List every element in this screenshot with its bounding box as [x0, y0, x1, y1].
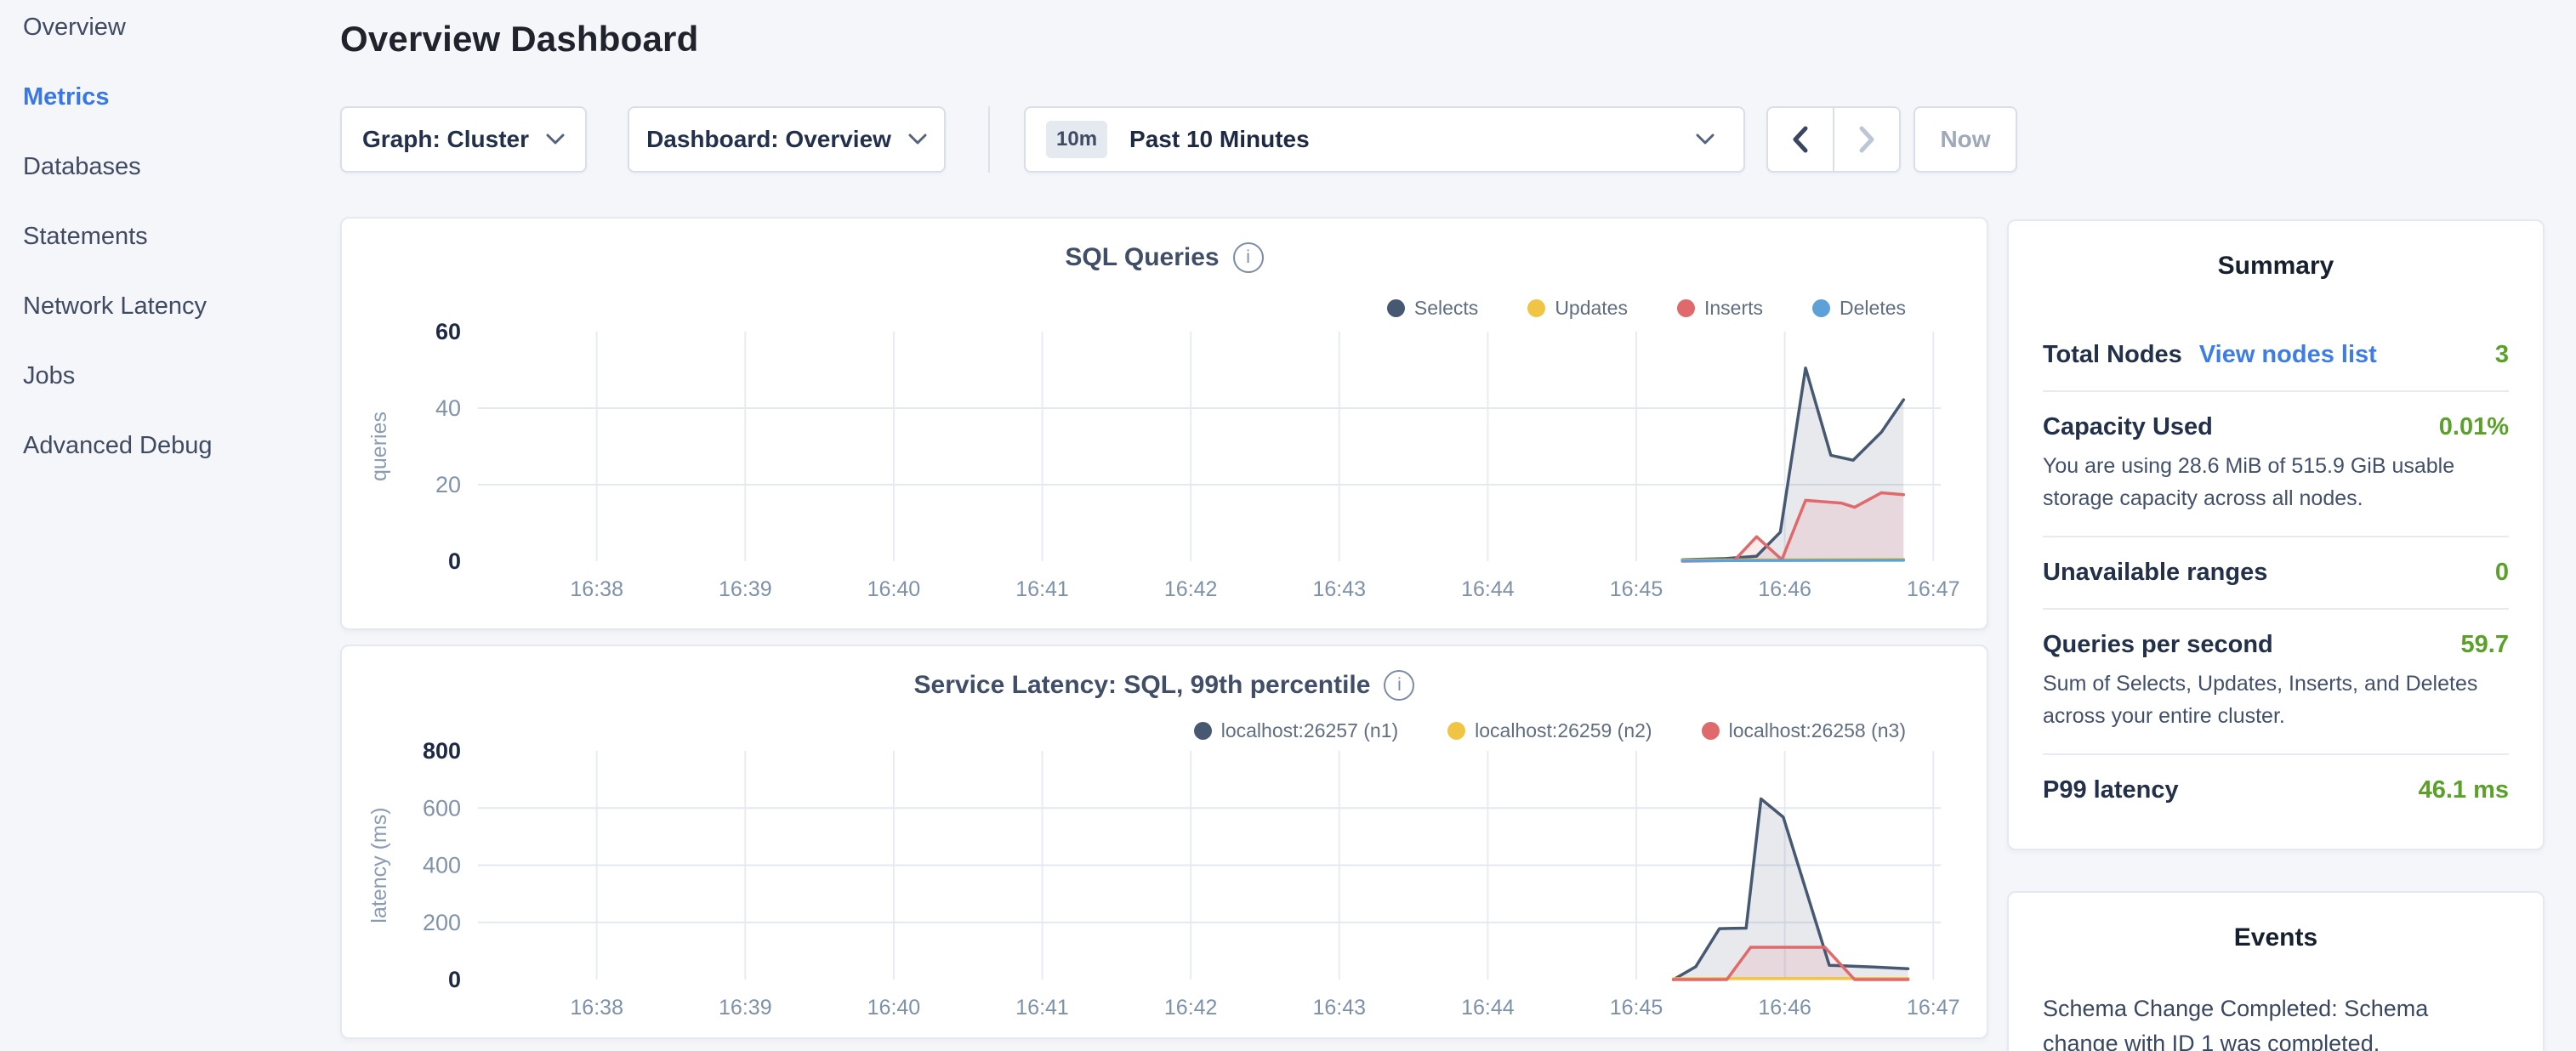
time-range-selector[interactable]: 10m Past 10 Minutes	[1024, 106, 1745, 173]
summary-value: 0.01%	[2439, 413, 2509, 441]
svg-text:16:39: 16:39	[719, 996, 772, 1020]
svg-text:600: 600	[423, 795, 461, 821]
svg-text:16:38: 16:38	[570, 996, 623, 1020]
summary-label: Queries per second	[2043, 631, 2273, 659]
time-range-badge: 10m	[1046, 121, 1107, 158]
events-title: Events	[2043, 923, 2509, 952]
svg-text:16:46: 16:46	[1758, 577, 1811, 601]
summary-description: You are using 28.6 MiB of 515.9 GiB usab…	[2043, 450, 2509, 514]
service-latency-chart-panel: Service Latency: SQL, 99th percentile i …	[340, 645, 1988, 1039]
sidebar-item-overview[interactable]: Overview	[23, 12, 126, 43]
svg-text:16:42: 16:42	[1164, 577, 1218, 601]
graph-dropdown[interactable]: Graph: Cluster	[340, 106, 587, 173]
svg-text:16:39: 16:39	[719, 577, 772, 601]
view-nodes-list-link[interactable]: View nodes list	[2199, 341, 2377, 369]
event-text: Schema Change Completed: Schema change w…	[2043, 991, 2509, 1051]
summary-label: Capacity Used	[2043, 413, 2213, 441]
gridlines	[478, 332, 1941, 561]
svg-text:16:40: 16:40	[867, 996, 921, 1020]
summary-label: P99 latency	[2043, 776, 2179, 804]
summary-row-queries-per-second: Queries per second 59.7 Sum of Selects, …	[2043, 608, 2509, 753]
series-fills	[1674, 799, 1908, 980]
svg-text:16:44: 16:44	[1461, 996, 1515, 1020]
page-title: Overview Dashboard	[340, 19, 698, 60]
event-item: Schema Change Completed: Schema change w…	[2043, 991, 2509, 1051]
chevron-down-icon	[908, 134, 927, 145]
next-time-window-button[interactable]	[1833, 108, 1899, 171]
chevron-down-icon	[1696, 134, 1714, 145]
dashboard-dropdown[interactable]: Dashboard: Overview	[628, 106, 946, 173]
svg-text:0: 0	[448, 967, 461, 992]
svg-text:16:43: 16:43	[1313, 996, 1367, 1020]
sidebar-item-jobs[interactable]: Jobs	[23, 361, 75, 391]
svg-text:200: 200	[423, 910, 461, 935]
svg-text:16:41: 16:41	[1015, 996, 1069, 1020]
summary-row-p99-latency: P99 latency 46.1 ms	[2043, 753, 2509, 826]
summary-title: Summary	[2043, 252, 2509, 281]
sql-queries-chart[interactable]: 16:38 16:39 16:40 16:41 16:42 16:43 16:44 16:45…	[342, 219, 1990, 632]
svg-text:800: 800	[423, 738, 461, 764]
summary-row-unavailable-ranges: Unavailable ranges 0	[2043, 536, 2509, 608]
svg-text:60: 60	[435, 319, 461, 344]
svg-text:16:45: 16:45	[1610, 996, 1663, 1020]
toolbar-divider	[988, 106, 990, 173]
summary-value: 0	[2495, 559, 2509, 587]
y-axis-unit-label: queries	[367, 412, 391, 481]
dashboard-dropdown-label: Dashboard: Overview	[646, 126, 891, 153]
sidebar-item-metrics[interactable]: Metrics	[23, 82, 110, 112]
sidebar-item-advanced-debug[interactable]: Advanced Debug	[23, 430, 213, 461]
sidebar-item-databases[interactable]: Databases	[23, 151, 141, 182]
svg-text:16:46: 16:46	[1758, 996, 1811, 1020]
svg-text:400: 400	[423, 853, 461, 878]
now-button[interactable]: Now	[1914, 106, 2017, 173]
svg-text:20: 20	[435, 472, 461, 497]
sidebar-item-statements[interactable]: Statements	[23, 221, 148, 252]
graph-dropdown-label: Graph: Cluster	[362, 126, 529, 153]
summary-value: 3	[2495, 341, 2509, 369]
service-latency-chart[interactable]: 16:38 16:39 16:40 16:41 16:42 16:43 16:44 16:45…	[342, 646, 1990, 1041]
sql-queries-chart-panel: SQL Queries i SelectsUpdatesInsertsDelet…	[340, 217, 1988, 630]
svg-text:16:44: 16:44	[1461, 577, 1515, 601]
time-step-buttons	[1766, 106, 1901, 173]
chevron-right-icon	[1854, 123, 1879, 156]
svg-text:16:43: 16:43	[1313, 577, 1367, 601]
sidebar-item-network-latency[interactable]: Network Latency	[23, 291, 207, 321]
svg-text:16:38: 16:38	[570, 577, 623, 601]
summary-row-total-nodes: Total Nodes View nodes list 3	[2043, 320, 2509, 390]
svg-text:0: 0	[448, 548, 461, 574]
svg-text:16:47: 16:47	[1907, 577, 1960, 601]
summary-row-capacity-used: Capacity Used 0.01% You are using 28.6 M…	[2043, 390, 2509, 536]
summary-value: 59.7	[2461, 631, 2509, 659]
svg-text:16:47: 16:47	[1907, 996, 1960, 1020]
summary-value: 46.1 ms	[2419, 776, 2509, 804]
chevron-left-icon	[1788, 123, 1813, 156]
chevron-down-icon	[546, 134, 565, 145]
summary-description: Sum of Selects, Updates, Inserts, and De…	[2043, 668, 2509, 732]
summary-label: Unavailable ranges	[2043, 559, 2267, 587]
overview-dashboard-page: { "sidebar": { "items": [ { "label": "Ov…	[0, 0, 2576, 1051]
svg-text:16:45: 16:45	[1610, 577, 1663, 601]
summary-panel: Summary Total Nodes View nodes list 3 Ca…	[2007, 219, 2545, 850]
previous-time-window-button[interactable]	[1768, 108, 1833, 171]
events-panel: Events Schema Change Completed: Schema c…	[2007, 891, 2545, 1051]
summary-label: Total Nodes	[2043, 341, 2182, 369]
y-axis-unit-label: latency (ms)	[367, 807, 391, 923]
svg-text:16:40: 16:40	[867, 577, 921, 601]
svg-text:16:42: 16:42	[1164, 996, 1218, 1020]
svg-text:16:41: 16:41	[1015, 577, 1069, 601]
svg-text:40: 40	[435, 395, 461, 421]
time-range-label: Past 10 Minutes	[1129, 126, 1310, 153]
